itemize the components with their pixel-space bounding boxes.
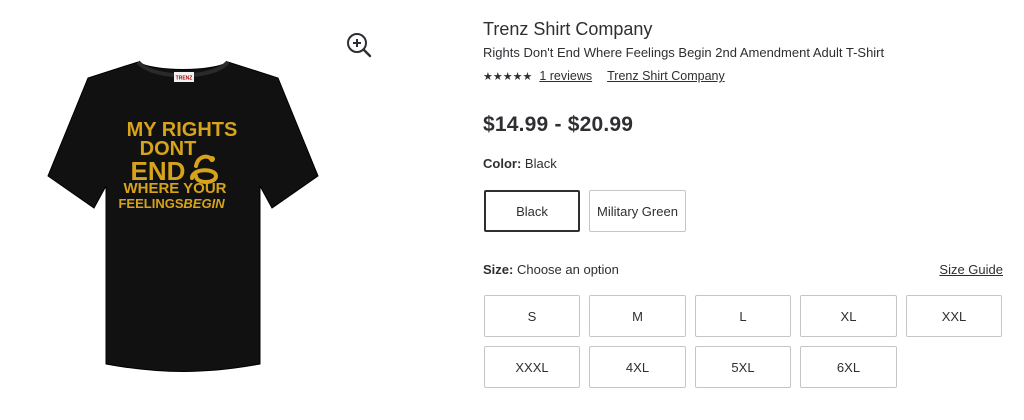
color-label-key: Color:	[483, 156, 522, 171]
size-option-l[interactable]: L	[695, 295, 791, 337]
zoom-in-button[interactable]	[345, 31, 373, 59]
size-option-xxl[interactable]: XXL	[906, 295, 1002, 337]
product-image[interactable]: TRENZ MY RIGHTS DONT END WHERE YOUR FEEL…	[46, 58, 320, 376]
color-option-military-green[interactable]: Military Green	[589, 190, 686, 232]
size-option-6xl[interactable]: 6XL	[800, 346, 897, 388]
size-option-5xl[interactable]: 5XL	[695, 346, 791, 388]
brand-name: Trenz Shirt Company	[483, 19, 653, 39]
reviews-link[interactable]: 1 reviews	[539, 69, 592, 83]
size-option-xxxl[interactable]: XXXL	[484, 346, 580, 388]
size-label: Size: Choose an option	[483, 262, 619, 277]
zoom-in-icon	[347, 33, 372, 58]
size-selected-value: Choose an option	[516, 262, 619, 277]
size-option-s[interactable]: S	[484, 295, 580, 337]
seller-link[interactable]: Trenz Shirt Company	[607, 69, 725, 83]
size-option-4xl[interactable]: 4XL	[589, 346, 686, 388]
rating-row: ★★★★★ 1 reviews Trenz Shirt Company	[483, 68, 725, 84]
shirt-tag-text: TRENZ	[176, 76, 193, 82]
size-option-m[interactable]: M	[589, 295, 686, 337]
size-label-key: Size:	[483, 262, 514, 277]
shirt-print-line-6: BEGIN	[183, 196, 225, 211]
color-selected-value: Black	[524, 156, 557, 171]
size-option-xl[interactable]: XL	[800, 295, 897, 337]
color-label: Color: Black	[483, 156, 557, 171]
product-info-panel: Trenz Shirt Company Rights Don't End Whe…	[483, 0, 1004, 420]
star-rating-icon: ★★★★★	[483, 70, 533, 83]
size-guide-link[interactable]: Size Guide	[939, 262, 1003, 277]
price-range: $14.99 - $20.99	[483, 113, 634, 136]
product-image-area: TRENZ MY RIGHTS DONT END WHERE YOUR FEEL…	[0, 0, 400, 420]
shirt-print-line-5: FEELINGS	[118, 196, 183, 211]
t-shirt-shape	[47, 61, 319, 372]
product-title: Rights Don't End Where Feelings Begin 2n…	[483, 45, 885, 60]
color-option-black[interactable]: Black	[484, 190, 580, 232]
